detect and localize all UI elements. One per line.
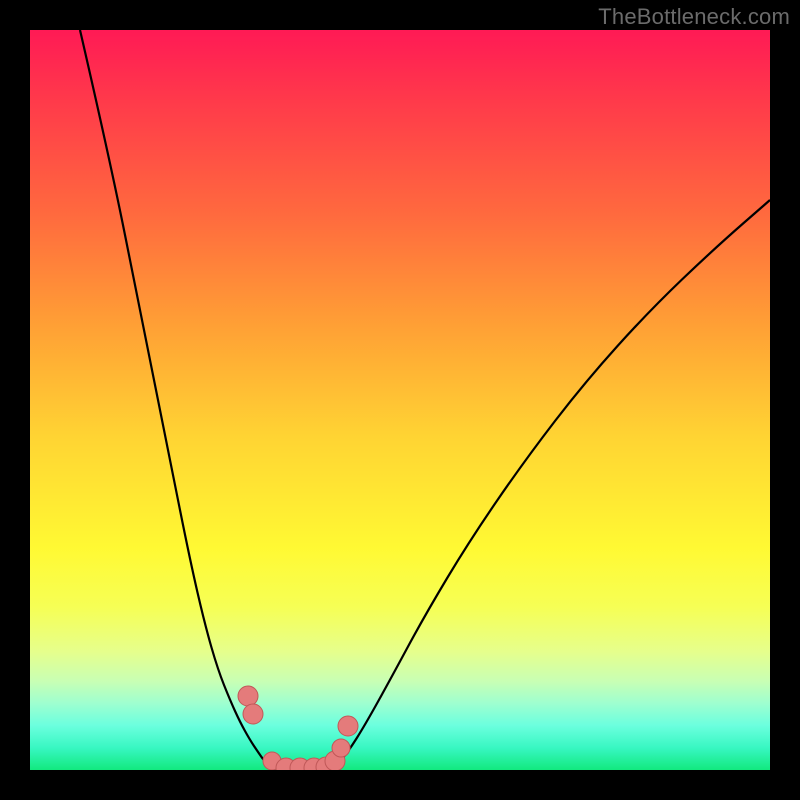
chart-plot-area <box>30 30 770 770</box>
watermark-text: TheBottleneck.com <box>598 4 790 30</box>
data-marker <box>243 704 263 724</box>
data-marker <box>338 716 358 736</box>
data-markers <box>238 686 358 770</box>
outer-frame: TheBottleneck.com <box>0 0 800 800</box>
bottleneck-curve <box>80 30 770 770</box>
data-marker <box>238 686 258 706</box>
chart-svg <box>30 30 770 770</box>
data-marker <box>332 739 350 757</box>
